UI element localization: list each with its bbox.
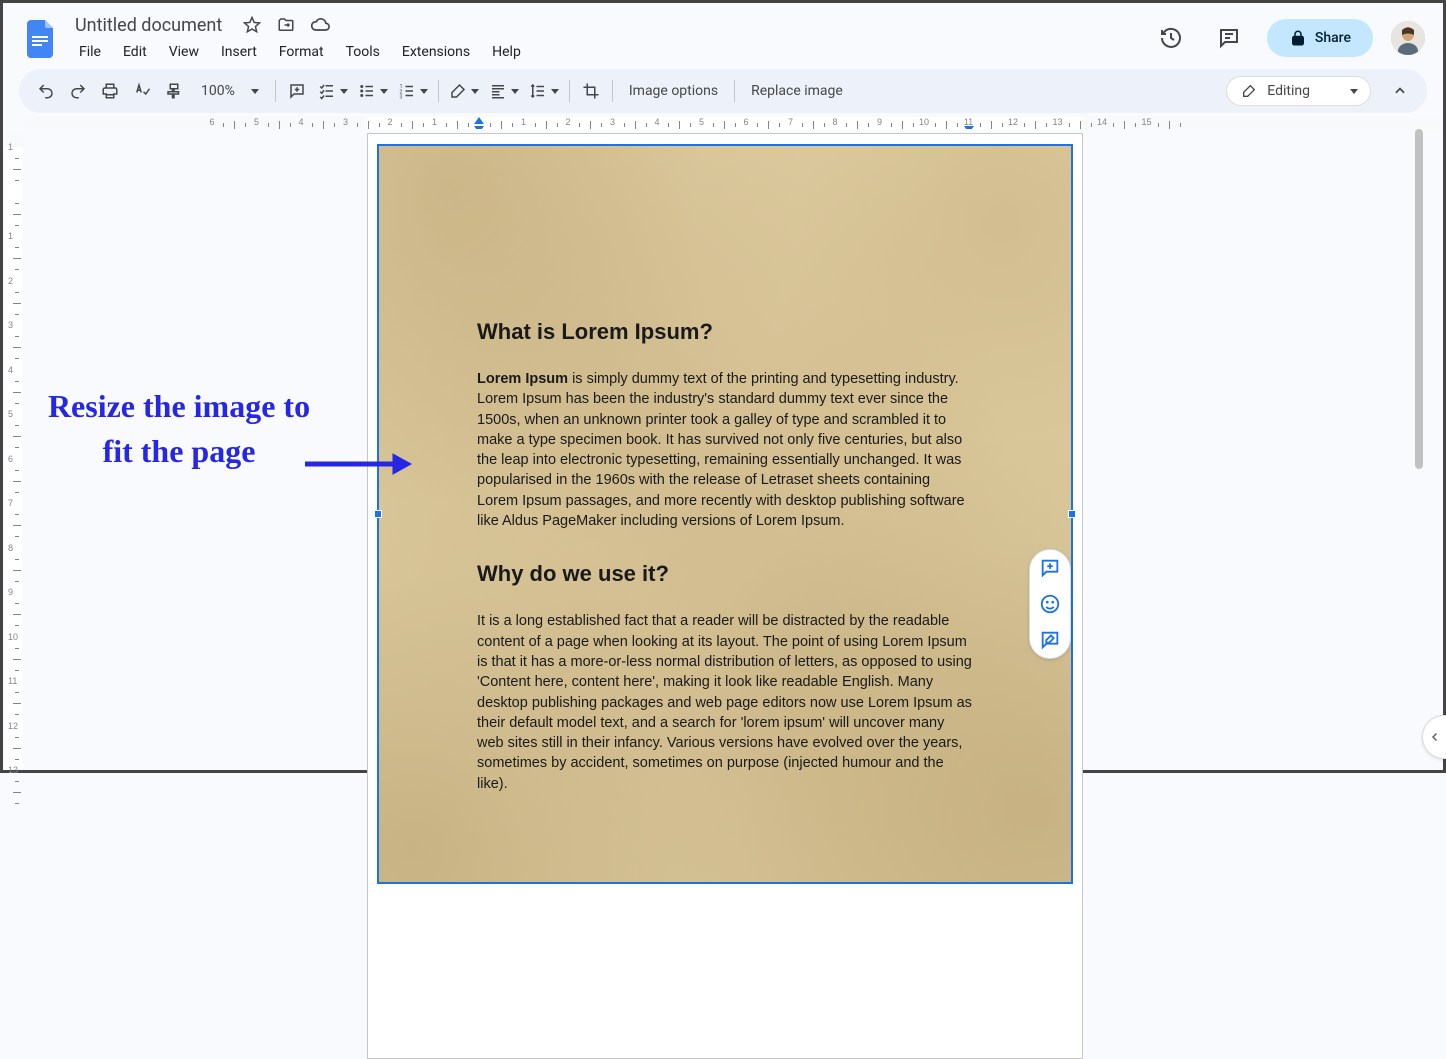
annotation-text: Resize the image to fit the page: [39, 384, 319, 474]
share-label: Share: [1315, 30, 1351, 46]
bulleted-list-button[interactable]: [354, 76, 392, 106]
menu-view[interactable]: View: [159, 40, 209, 64]
line-spacing-button[interactable]: [525, 76, 563, 106]
checklist-button[interactable]: [314, 76, 352, 106]
side-panel-toggle[interactable]: [1422, 715, 1446, 759]
heading-1[interactable]: What is Lorem Ipsum?: [477, 319, 973, 345]
add-comment-icon[interactable]: [1038, 556, 1062, 580]
zoom-dropdown[interactable]: 100%: [191, 76, 269, 106]
menu-edit[interactable]: Edit: [113, 40, 157, 64]
document-content: What is Lorem Ipsum? Lorem Ipsum is simp…: [477, 319, 973, 824]
resize-handle-left[interactable]: [374, 510, 382, 518]
ruler-vertical[interactable]: 112345678910111213: [5, 133, 23, 770]
cloud-status-icon[interactable]: [310, 15, 330, 35]
avatar[interactable]: [1391, 21, 1425, 55]
star-icon[interactable]: [242, 15, 262, 35]
history-icon[interactable]: [1151, 18, 1191, 58]
paint-format-button[interactable]: [159, 76, 189, 106]
menu-help[interactable]: Help: [482, 40, 531, 64]
collapse-toolbar-button[interactable]: [1385, 76, 1415, 106]
suggest-edit-icon[interactable]: [1038, 628, 1062, 652]
comments-icon[interactable]: [1209, 18, 1249, 58]
header: Untitled document File Edit View Insert …: [3, 3, 1443, 65]
floating-actions: [1029, 549, 1071, 659]
menubar: File Edit View Insert Format Tools Exten…: [69, 40, 531, 64]
toolbar: 100% 123 Image options Replace image Edi…: [19, 69, 1427, 113]
menu-format[interactable]: Format: [269, 40, 334, 64]
menu-extensions[interactable]: Extensions: [392, 40, 480, 64]
annotation-arrow-icon: [303, 449, 413, 479]
paragraph-2[interactable]: It is a long established fact that a rea…: [477, 611, 973, 794]
spellcheck-button[interactable]: [127, 76, 157, 106]
resize-handle-right[interactable]: [1068, 510, 1076, 518]
numbered-list-button[interactable]: 123: [394, 76, 432, 106]
document-title[interactable]: Untitled document: [69, 13, 228, 38]
workspace: 112345678910111213 What is Lorem Ipsum? …: [23, 129, 1425, 770]
menu-file[interactable]: File: [69, 40, 111, 64]
image-options-button[interactable]: Image options: [619, 77, 728, 105]
share-button[interactable]: Share: [1267, 19, 1373, 57]
undo-button[interactable]: [31, 76, 61, 106]
svg-text:3: 3: [399, 95, 402, 101]
mode-label: Editing: [1267, 83, 1310, 99]
print-button[interactable]: [95, 76, 125, 106]
replace-image-button[interactable]: Replace image: [741, 77, 853, 105]
redo-button[interactable]: [63, 76, 93, 106]
align-button[interactable]: [485, 76, 523, 106]
emoji-reaction-icon[interactable]: [1038, 592, 1062, 616]
border-color-button[interactable]: [445, 76, 483, 106]
insert-comment-button[interactable]: [282, 76, 312, 106]
menu-insert[interactable]: Insert: [211, 40, 267, 64]
heading-2[interactable]: Why do we use it?: [477, 561, 973, 587]
move-icon[interactable]: [276, 15, 296, 35]
scrollbar[interactable]: [1413, 129, 1425, 770]
docs-logo-icon[interactable]: [21, 18, 61, 58]
mode-dropdown[interactable]: Editing: [1226, 76, 1371, 106]
paragraph-1[interactable]: Lorem Ipsum is simply dummy text of the …: [477, 369, 973, 531]
scrollbar-thumb[interactable]: [1415, 129, 1423, 469]
menu-tools[interactable]: Tools: [336, 40, 390, 64]
crop-button[interactable]: [576, 76, 606, 106]
